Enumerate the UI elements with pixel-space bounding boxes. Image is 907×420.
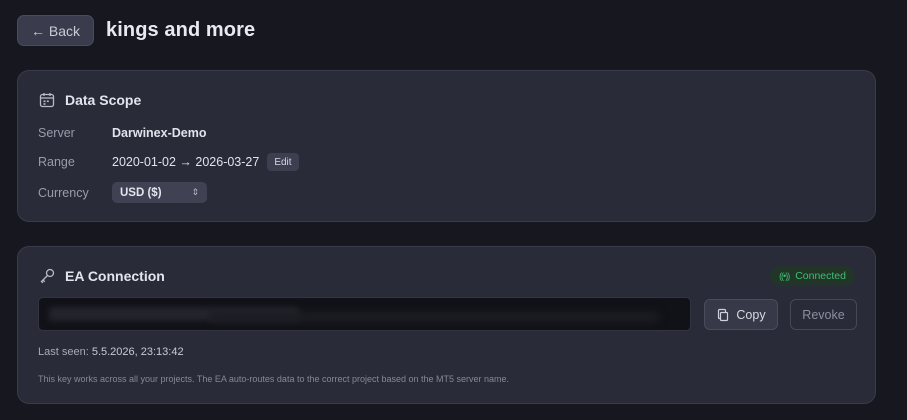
redacted-key-tail xyxy=(209,312,659,322)
status-text: Connected xyxy=(795,270,846,282)
data-scope-title: Data Scope xyxy=(65,92,142,108)
data-scope-header: Data Scope xyxy=(38,91,141,109)
server-label: Server xyxy=(38,126,75,140)
help-text: This key works across all your projects.… xyxy=(38,374,510,384)
data-scope-card: Data Scope Server Darwinex-Demo Range 20… xyxy=(17,70,876,222)
copy-icon xyxy=(716,308,730,322)
back-button-label: ← Back xyxy=(31,22,81,39)
revoke-button[interactable]: Revoke xyxy=(790,299,857,330)
copy-button[interactable]: Copy xyxy=(704,299,778,330)
edit-range-button[interactable]: Edit xyxy=(267,153,299,171)
calendar-icon xyxy=(38,91,56,109)
range-value: 2020-01-02 → 2026-03-27 xyxy=(112,155,260,169)
copy-button-label: Copy xyxy=(736,307,766,322)
last-seen-value: 5.5.2026, 23:13:42 xyxy=(91,346,184,358)
currency-row: Currency USD ($) ⇕ xyxy=(38,182,207,203)
ea-connection-header: EA Connection xyxy=(38,267,165,285)
revoke-button-label: Revoke xyxy=(802,307,845,322)
back-button[interactable]: ← Back xyxy=(17,15,95,46)
last-seen-label: Last seen: xyxy=(38,346,89,358)
currency-select[interactable]: USD ($) ⇕ xyxy=(112,182,207,203)
ea-connection-card: EA Connection ((•)) Connected Copy Revok… xyxy=(17,246,876,404)
currency-select-value: USD ($) xyxy=(120,186,162,199)
server-row: Server Darwinex-Demo xyxy=(38,126,206,140)
currency-label: Currency xyxy=(38,185,89,200)
ea-connection-title: EA Connection xyxy=(65,268,165,284)
status-badge: ((•)) Connected xyxy=(770,266,855,286)
chevron-updown-icon: ⇕ xyxy=(191,187,199,197)
last-seen: Last seen: 5.5.2026, 23:13:42 xyxy=(38,346,184,358)
server-value: Darwinex-Demo xyxy=(112,126,207,140)
range-row: Range 2020-01-02 → 2026-03-27 Edit xyxy=(38,153,299,171)
range-label: Range xyxy=(38,155,75,169)
signal-icon: ((•)) xyxy=(779,271,790,281)
top-bar: ← Back kings and more xyxy=(17,15,255,46)
page-title: kings and more xyxy=(106,19,256,41)
key-icon xyxy=(38,267,56,285)
api-key-field[interactable] xyxy=(38,297,691,331)
